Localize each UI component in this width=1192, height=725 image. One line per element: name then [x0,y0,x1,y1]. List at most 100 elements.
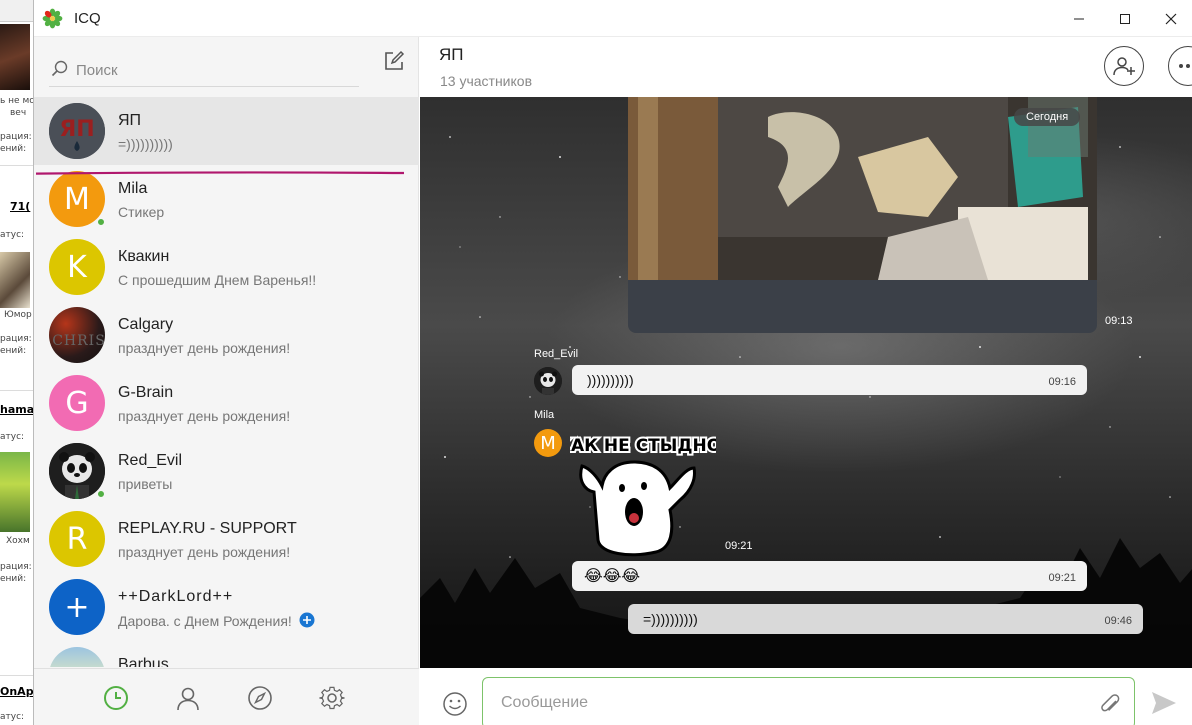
chat-member-count: 13 участников [440,73,533,89]
chat-history: Сегодня 09:13 Red_Evil )))))))))) 09:16 … [420,97,1192,668]
contact-item-calgary[interactable]: CHRIS Calgary празднует день рождения! [34,301,419,369]
composer-bar [420,668,1192,725]
background-text: атус: [0,432,25,442]
message-time: 09:16 [1048,376,1076,388]
divider [0,390,33,391]
contact-item-kvakin[interactable]: K Квакин С прошедшим Днем Варенья!! [34,233,419,301]
chat-header: ЯП 13 участников [420,37,1192,97]
contacts-icon[interactable] [175,685,201,711]
contact-name: Квакин [118,248,170,265]
background-text: рация: [0,562,32,572]
background-text: Хохм [6,536,30,546]
divider [0,165,33,166]
sticker-caption: КАК НЕ СТЫДНО! [570,436,716,456]
background-text: атус: [0,712,25,722]
contact-last-message: Стикер [118,204,165,220]
background-window: ь не мо веч рация: ений: 71( атус: Юмор … [0,0,33,725]
background-text: ений: [0,346,27,356]
minimize-icon [1074,18,1084,20]
date-badge: Сегодня [1014,108,1081,126]
message-time: 09:46 [1104,615,1132,627]
message-input[interactable] [482,677,1135,725]
avatar: CHRIS [49,307,105,363]
close-icon [1165,13,1177,25]
contact-last-message: =)))))))))) [118,136,173,152]
contact-list: ЯП ЯП =)))))))))) M Mila Стикер K Квакин… [34,97,419,667]
avatar [49,443,105,499]
contact-last-message: празднует день рождения! [118,340,291,356]
avatar: R [49,511,105,567]
own-message-bubble[interactable]: =)))))))))) 09:46 [628,604,1143,634]
panda-avatar-icon [534,367,562,395]
message-time: 09:21 [725,540,753,552]
contact-last-message-text: Дарова. с Днем Рождения! [118,613,292,629]
emoji-icon[interactable] [442,691,468,717]
yap-avatar-icon: ЯП [49,103,105,159]
message-avatar[interactable] [534,367,562,395]
message-sender: Red_Evil [534,348,579,360]
svg-text:CHRIS: CHRIS [52,333,105,349]
avatar: + [49,579,105,635]
background-text: рация: [0,132,32,142]
background-text: Юмор [4,310,32,320]
contact-item-yap[interactable]: ЯП ЯП =)))))))))) [34,97,419,165]
sticker-ghost[interactable]: КАК НЕ СТЫДНО! [570,430,716,560]
search-box[interactable]: Поиск [49,49,359,87]
send-icon[interactable] [1150,690,1178,716]
add-member-button[interactable] [1104,46,1144,86]
contact-name: Mila [118,180,148,197]
background-avatar [0,452,30,532]
recent-icon[interactable] [103,685,129,711]
avatar: K [49,239,105,295]
message-avatar[interactable]: M [534,429,562,457]
background-text: ь не мо [0,96,33,106]
message-text: )))))))))) [587,372,634,388]
close-button[interactable] [1151,6,1191,32]
settings-icon[interactable] [319,685,345,711]
background-text: OnAp [0,685,33,698]
contact-item-barbus[interactable]: Barbus [34,641,419,667]
compose-icon[interactable] [383,50,405,72]
message-bubble[interactable]: 😂😂😂 09:21 [572,561,1087,591]
contact-item-g-brain[interactable]: G G-Brain празднует день рождения! [34,369,419,437]
maximize-button[interactable] [1105,6,1145,32]
add-badge-icon [299,612,315,628]
contact-name: Barbus [118,656,169,667]
avatar: G [49,375,105,431]
calgary-avatar-icon: CHRIS [52,333,105,349]
background-text: атус: [0,230,25,240]
background-text: hama [0,403,33,416]
minimize-button[interactable] [1059,6,1099,32]
message-text: 😂😂😂 [584,566,641,585]
contact-name: ++DarkLord++ [118,588,234,605]
background-text: рация: [0,334,32,344]
annotation-underline [36,171,404,175]
contact-item-mila[interactable]: M Mila Стикер [34,165,419,233]
more-icon [1179,64,1190,68]
background-avatar [0,252,30,308]
contact-last-message: празднует день рождения! [118,544,291,560]
contact-item-darklord[interactable]: + ++DarkLord++ Дарова. с Днем Рождения! [34,573,419,641]
search-icon [51,60,68,77]
icq-window: ICQ Поиск ЯП ЯП =)))))))))) M Mila Стике… [33,0,1192,725]
search-placeholder: Поиск [76,62,118,79]
avatar: M [49,171,105,227]
sidebar: Поиск ЯП ЯП =)))))))))) M Mila Стикер K … [34,37,419,725]
contact-name: G-Brain [118,384,174,401]
background-text: ений: [0,574,27,584]
image-message[interactable]: Сегодня [628,97,1097,333]
background-text: ений: [0,144,27,154]
message-bubble[interactable]: )))))))))) 09:16 [572,365,1087,395]
message-time: 09:13 [1105,315,1133,327]
contact-name: Red_Evil [118,452,183,469]
contact-name: REPLAY.RU - SUPPORT [118,520,297,537]
more-options-button[interactable] [1168,46,1192,86]
paperclip-icon[interactable] [1097,690,1123,716]
contact-last-message: С прошедшим Днем Варенья!! [118,272,317,288]
contact-item-red-evil[interactable]: Red_Evil приветы [34,437,419,505]
explore-icon[interactable] [247,685,273,711]
add-user-icon [1113,57,1135,76]
contact-item-replay-support[interactable]: R REPLAY.RU - SUPPORT празднует день рож… [34,505,419,573]
contact-last-message: Дарова. с Днем Рождения! [118,612,315,629]
background-window-top [0,0,33,22]
